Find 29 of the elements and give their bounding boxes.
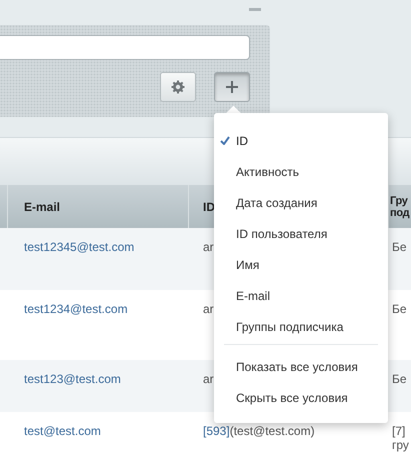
check-icon: [220, 136, 230, 145]
group-text: [7] гру: [392, 424, 410, 452]
settings-button[interactable]: [160, 72, 196, 102]
email-link[interactable]: test12345@test.com: [24, 240, 134, 254]
user-link[interactable]: [593]: [203, 424, 230, 438]
column-header[interactable]: Гру под: [389, 185, 411, 228]
plus-icon: [225, 80, 239, 94]
user-text: ar: [203, 240, 214, 254]
menu-item[interactable]: Показать все условия: [214, 351, 388, 382]
email-link[interactable]: test@test.com: [24, 424, 101, 438]
user-text: (test@test.com): [230, 424, 315, 438]
menu-item[interactable]: Группы подписчика: [214, 311, 388, 342]
menu-item[interactable]: Дата создания: [214, 187, 388, 218]
menu-item[interactable]: Имя: [214, 249, 388, 280]
settings-icon: [171, 80, 185, 94]
email-link[interactable]: test123@test.com: [24, 372, 121, 386]
menu-item[interactable]: Активность: [214, 156, 388, 187]
group-text: Бе: [392, 372, 408, 386]
menu-item[interactable]: Скрыть все условия: [214, 382, 388, 413]
menu-item[interactable]: ID: [214, 125, 388, 156]
menu-item[interactable]: E-mail: [214, 280, 388, 311]
group-text: Бе: [392, 240, 408, 254]
email-link[interactable]: test1234@test.com: [24, 302, 128, 316]
user-text: ar: [203, 302, 214, 316]
menu-item[interactable]: ID пользователя: [214, 218, 388, 249]
add-button[interactable]: [214, 72, 250, 102]
group-text: Бе: [392, 302, 408, 316]
filter-input[interactable]: [0, 35, 250, 60]
user-text: ar: [203, 372, 214, 386]
